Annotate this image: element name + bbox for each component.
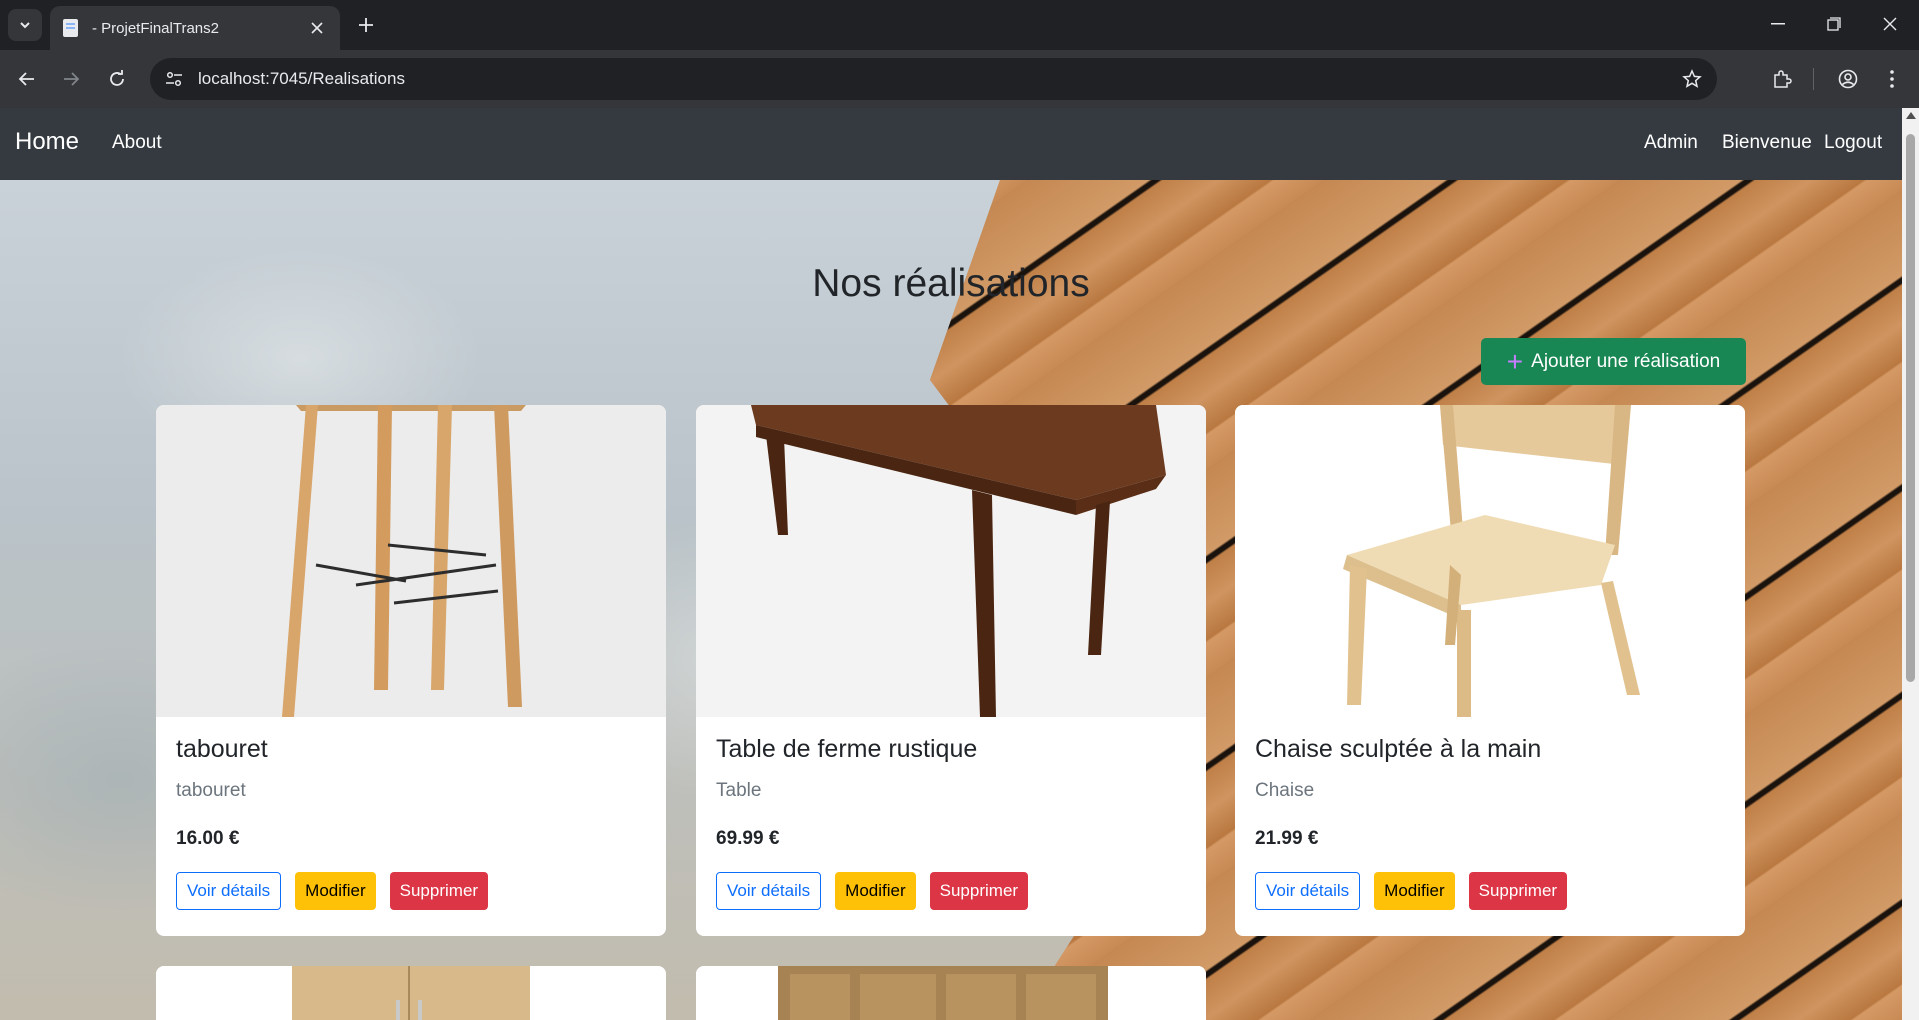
realisation-card: tabouret tabouret 16.00 € Voir détails M… [156, 405, 666, 936]
restore-button[interactable] [1806, 0, 1862, 48]
view-details-button[interactable]: Voir détails [176, 872, 282, 910]
tab-title: - ProjetFinalTrans2 [92, 19, 219, 37]
forward-button[interactable] [55, 63, 87, 95]
page-title: Nos réalisations [812, 262, 1090, 305]
browser-toolbar: localhost:7045/Realisations [0, 50, 1919, 108]
realisation-card: Table de ferme rustique Table 69.99 € Vo… [696, 405, 1206, 936]
card-category: Chaise [1255, 780, 1315, 801]
back-button[interactable] [11, 63, 43, 95]
table-image [696, 405, 1206, 717]
url-text[interactable]: localhost:7045/Realisations [198, 69, 1675, 89]
nav-about-link[interactable]: About [112, 132, 162, 154]
close-icon [1883, 17, 1897, 31]
edit-button[interactable]: Modifier [835, 872, 916, 910]
realisation-card: Chaise sculptée à la main Chaise 21.99 €… [1235, 405, 1745, 936]
nav-welcome-text: Bienvenue [1722, 132, 1812, 153]
cabinet-image [156, 966, 666, 1020]
browser-tab-strip: - ProjetFinalTrans2 [0, 0, 1919, 50]
view-details-button[interactable]: Voir détails [716, 872, 822, 910]
reload-button[interactable] [101, 63, 133, 95]
plus-icon: + [1506, 345, 1524, 377]
active-tab[interactable]: - ProjetFinalTrans2 [50, 6, 340, 50]
page-scrollbar[interactable] [1902, 108, 1919, 1020]
arrow-left-icon [18, 72, 34, 86]
realisation-card-partial [156, 966, 666, 1020]
site-navbar: Home About Admin Bienvenue Logout [0, 108, 1902, 180]
delete-button[interactable]: Supprimer [929, 872, 1029, 910]
address-bar[interactable]: localhost:7045/Realisations [150, 58, 1717, 100]
site-info-icon[interactable] [158, 63, 190, 95]
reload-icon [110, 70, 124, 86]
card-price: 21.99 € [1255, 828, 1319, 849]
extensions-icon[interactable] [1766, 63, 1798, 95]
minimize-button[interactable] [1750, 0, 1806, 48]
nav-home-link[interactable]: Home [15, 128, 79, 156]
card-price: 16.00 € [176, 828, 240, 849]
delete-button[interactable]: Supprimer [1468, 872, 1568, 910]
scroll-up-arrow-icon[interactable] [1906, 112, 1916, 119]
page-favicon-icon [63, 19, 78, 37]
page-viewport: Home About Admin Bienvenue Logout Nos ré… [0, 108, 1919, 1020]
add-realisation-button[interactable]: + Ajouter une réalisation [1481, 338, 1746, 385]
card-title: Table de ferme rustique [716, 735, 978, 763]
edit-button[interactable]: Modifier [1374, 872, 1455, 910]
realisation-card-partial [696, 966, 1206, 1020]
toolbar-separator [1813, 68, 1814, 90]
restore-icon [1827, 17, 1841, 31]
scroll-thumb[interactable] [1906, 134, 1915, 682]
card-title: tabouret [176, 735, 268, 763]
nav-admin-link[interactable]: Admin [1644, 132, 1698, 154]
chair-image [1235, 405, 1745, 717]
view-details-button[interactable]: Voir détails [1255, 872, 1361, 910]
wardrobe-image [696, 966, 1206, 1020]
edit-button[interactable]: Modifier [295, 872, 376, 910]
new-tab-button[interactable] [352, 11, 380, 39]
bookmark-star-icon[interactable] [1675, 62, 1709, 96]
minimize-icon [1771, 23, 1785, 25]
card-category: Table [716, 780, 762, 801]
chevron-down-icon [20, 22, 30, 29]
stool-image [156, 405, 666, 717]
card-title: Chaise sculptée à la main [1255, 735, 1542, 763]
card-price: 69.99 € [716, 828, 780, 849]
tab-close-icon[interactable] [306, 17, 328, 39]
delete-button[interactable]: Supprimer [389, 872, 489, 910]
plus-icon [359, 18, 373, 32]
tab-search-button[interactable] [8, 9, 42, 41]
profile-icon[interactable] [1832, 63, 1864, 95]
menu-kebab-icon[interactable] [1876, 63, 1908, 95]
add-realisation-label: Ajouter une réalisation [1531, 350, 1721, 372]
arrow-right-icon [64, 72, 80, 86]
card-category: tabouret [176, 780, 246, 801]
close-window-button[interactable] [1862, 0, 1918, 48]
nav-logout-link[interactable]: Logout [1824, 132, 1882, 154]
